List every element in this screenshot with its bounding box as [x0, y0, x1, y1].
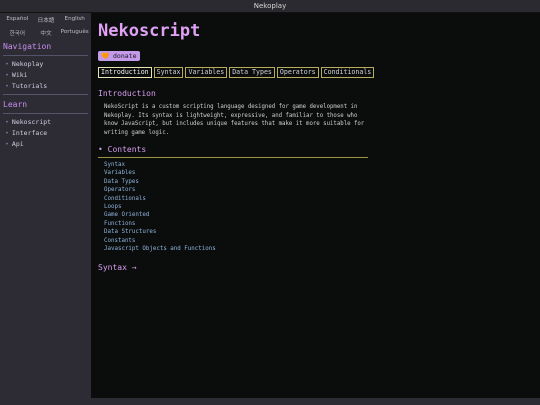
- toc-item-functions[interactable]: Functions: [104, 220, 540, 228]
- learn-section: Learn • Nekoscript • Interface • Api: [0, 100, 91, 150]
- page-title: Nekoscript: [98, 21, 201, 41]
- navigation-section: Navigation • Nekoplay • Wiki • Tutorials: [0, 42, 91, 95]
- sidebar-item-nekoplay[interactable]: • Nekoplay: [3, 59, 88, 70]
- language-switcher: Español 日本語 English 한국어 中文 Português: [0, 13, 91, 37]
- window-titlebar: Nekoplay: [0, 0, 540, 13]
- introduction-text: NekoScript is a custom scripting languag…: [104, 104, 365, 136]
- divider: [3, 113, 88, 114]
- sidebar-item-interface[interactable]: • Interface: [3, 128, 88, 139]
- bullet-icon: •: [5, 71, 9, 79]
- toc-item-data-types[interactable]: Data Types: [104, 178, 540, 186]
- table-of-contents: Syntax Variables Data Types Operators Co…: [98, 161, 540, 253]
- lang-japanese[interactable]: 日本語: [32, 16, 61, 25]
- bullet-icon: •: [98, 145, 103, 154]
- introduction-heading: Introduction: [98, 89, 156, 98]
- sidebar-item-api[interactable]: • Api: [3, 139, 88, 150]
- lang-korean[interactable]: 한국어: [3, 29, 32, 38]
- sidebar-item-wiki[interactable]: • Wiki: [3, 70, 88, 81]
- tab-syntax[interactable]: Syntax: [153, 67, 184, 78]
- toc-item-loops[interactable]: Loops: [104, 203, 540, 211]
- window-title: Nekoplay: [253, 2, 287, 10]
- sidebar-item-label: Wiki: [11, 71, 28, 79]
- toc-item-javascript-objects[interactable]: Javascript Objects and Functions: [104, 245, 540, 253]
- sidebar-item-nekoscript[interactable]: • Nekoscript: [3, 117, 88, 128]
- tab-bar: Introduction Syntax Variables Data Types…: [98, 67, 540, 78]
- bullet-icon: •: [5, 82, 9, 90]
- tab-introduction[interactable]: Introduction: [98, 67, 152, 78]
- bullet-icon: •: [5, 129, 9, 137]
- bullet-icon: •: [5, 140, 9, 148]
- divider: [98, 157, 368, 158]
- bullet-icon: •: [5, 60, 9, 68]
- toc-item-game-oriented[interactable]: Game Oriented: [104, 211, 540, 219]
- tab-operators[interactable]: Operators: [276, 67, 319, 78]
- lang-english[interactable]: English: [60, 16, 89, 25]
- sidebar-item-label: Tutorials: [11, 82, 48, 90]
- toc-item-variables[interactable]: Variables: [104, 169, 540, 177]
- sidebar: Español 日本語 English 한국어 中文 Português Nav…: [0, 13, 91, 398]
- toc-item-constants[interactable]: Constants: [104, 237, 540, 245]
- next-page-link[interactable]: Syntax →: [98, 263, 137, 272]
- lang-chinese[interactable]: 中文: [32, 29, 61, 38]
- divider: [3, 55, 88, 56]
- toc-item-operators[interactable]: Operators: [104, 186, 540, 194]
- lang-portuguese[interactable]: Português: [60, 29, 89, 38]
- bullet-icon: •: [5, 118, 9, 126]
- lang-spanish[interactable]: Español: [3, 16, 32, 25]
- divider: [3, 94, 88, 95]
- sidebar-item-tutorials[interactable]: • Tutorials: [3, 81, 88, 92]
- tab-data-types[interactable]: Data Types: [229, 67, 275, 78]
- toc-item-conditionals[interactable]: Conditionals: [104, 195, 540, 203]
- learn-heading: Learn: [3, 100, 28, 109]
- sidebar-item-label: Nekoscript: [11, 118, 52, 126]
- sidebar-item-label: Api: [11, 140, 24, 148]
- tab-conditionals[interactable]: Conditionals: [320, 67, 375, 78]
- main-content: Nekoscript 🧡 donate Introduction Syntax …: [91, 13, 540, 398]
- contents-heading-label: Contents: [107, 145, 147, 154]
- bottom-bar: [0, 398, 540, 405]
- sidebar-item-label: Interface: [11, 129, 48, 137]
- donate-button[interactable]: 🧡 donate: [98, 51, 140, 61]
- navigation-heading: Navigation: [3, 42, 52, 51]
- toc-item-syntax[interactable]: Syntax: [104, 161, 540, 169]
- toc-item-data-structures[interactable]: Data Structures: [104, 228, 540, 236]
- contents-heading: • Contents: [98, 145, 540, 156]
- sidebar-item-label: Nekoplay: [11, 60, 44, 68]
- tab-variables[interactable]: Variables: [185, 67, 228, 78]
